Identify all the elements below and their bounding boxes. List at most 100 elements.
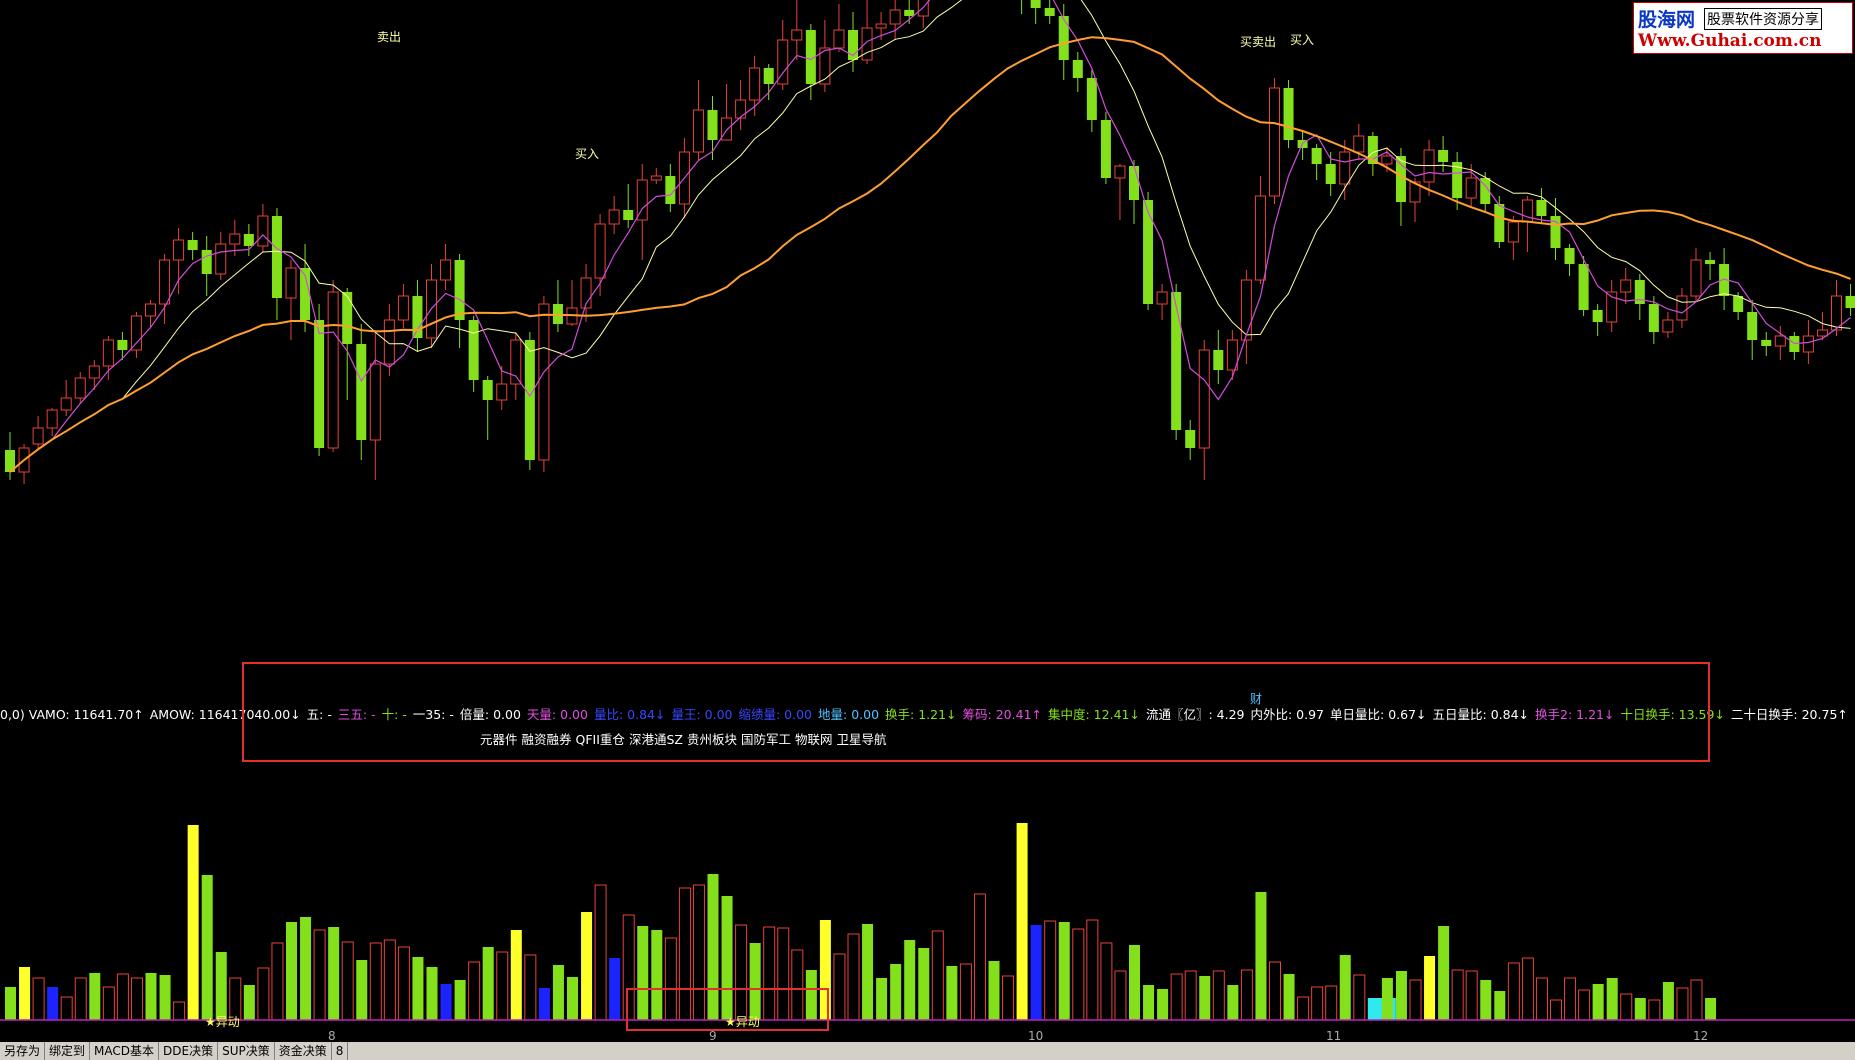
- candle-body: [117, 340, 128, 350]
- volume-bar: [1212, 970, 1225, 1021]
- candle: [1100, 112, 1111, 184]
- volume-bar: [1339, 955, 1351, 1020]
- candle-body: [383, 319, 395, 365]
- volume-bar: [215, 952, 227, 1020]
- indicator-highlight-box: [242, 662, 1710, 762]
- candle: [327, 280, 339, 452]
- volume-bar: [931, 930, 944, 1021]
- candle-body: [285, 267, 297, 299]
- candle: [848, 12, 858, 72]
- candle: [1676, 288, 1688, 328]
- volume-bar: [1535, 977, 1548, 1021]
- candle: [510, 332, 522, 400]
- candle-body: [707, 110, 718, 140]
- candle-body: [833, 29, 845, 49]
- volume-bar: [187, 825, 199, 1020]
- candle: [1254, 176, 1266, 284]
- volume-bar: [89, 973, 101, 1020]
- candle: [524, 332, 535, 470]
- candle-body: [46, 409, 58, 429]
- candle: [1592, 304, 1603, 336]
- tab-save-as[interactable]: 另存为: [0, 1042, 46, 1060]
- candle-body: [650, 175, 662, 181]
- volume-bar: [1325, 985, 1338, 1021]
- candle-body: [538, 303, 550, 461]
- volume-bar: [243, 985, 255, 1020]
- buy-marker-2: 买入: [1290, 33, 1314, 47]
- volume-bar: [47, 987, 59, 1020]
- candle-body: [1507, 221, 1519, 243]
- candle-body: [1578, 264, 1589, 310]
- tab-bind-to[interactable]: 绑定到: [45, 1042, 91, 1060]
- volume-bar: [1521, 957, 1534, 1021]
- candle-body: [1213, 350, 1224, 370]
- volume-bar: [1480, 980, 1492, 1020]
- candle: [538, 296, 550, 472]
- candle-body: [342, 292, 353, 344]
- volume-bar: [1395, 971, 1407, 1020]
- candle-body: [257, 215, 269, 247]
- candle: [650, 168, 662, 184]
- volume-bar: [1170, 973, 1183, 1021]
- volume-bar: [173, 1001, 186, 1021]
- volume-bar: [130, 977, 143, 1021]
- tab-dde[interactable]: DDE决策: [159, 1042, 219, 1060]
- candle-body: [1845, 296, 1855, 308]
- volume-bar: [313, 929, 326, 1021]
- volume-bar: [341, 941, 354, 1021]
- candle-body: [187, 240, 198, 250]
- candle: [791, 0, 803, 60]
- tab-8[interactable]: 8: [332, 1042, 349, 1060]
- volume-bar: [1424, 956, 1436, 1020]
- candle: [1213, 330, 1224, 384]
- kline-chart[interactable]: 卖出 买入 买卖出 买入 ★异动 ★异动: [0, 0, 1855, 1040]
- candle-body: [721, 117, 733, 141]
- volume-bar: [454, 980, 466, 1020]
- candle-body: [1494, 204, 1505, 242]
- candle: [735, 80, 747, 130]
- candle-body: [608, 209, 620, 225]
- candle-body: [1662, 319, 1674, 333]
- candle: [1283, 80, 1294, 148]
- candle: [1021, 0, 1023, 14]
- volume-bar: [904, 940, 916, 1020]
- candle: [623, 184, 634, 228]
- candle: [1690, 248, 1702, 302]
- candle: [117, 332, 128, 360]
- volume-bar: [988, 961, 1000, 1020]
- candle: [187, 232, 198, 260]
- volume-bar: [1634, 998, 1646, 1020]
- candle-body: [1185, 430, 1196, 448]
- candle: [889, 0, 901, 40]
- volume-bar: [1240, 969, 1253, 1021]
- candle-body: [1240, 279, 1252, 341]
- volume-bar: [973, 893, 986, 1021]
- volume-bar: [1311, 986, 1324, 1021]
- x-tick: 10: [1028, 1029, 1044, 1043]
- volume-bar: [538, 988, 550, 1020]
- tab-macd[interactable]: MACD基本: [90, 1042, 160, 1060]
- candle: [665, 164, 676, 212]
- candle-body: [749, 67, 761, 101]
- ma-magenta-line: [9, 0, 1851, 473]
- candle: [201, 236, 212, 296]
- candle-body: [1072, 60, 1083, 78]
- candle: [215, 232, 227, 280]
- volume-bar: [286, 922, 297, 1020]
- volume-bar: [1297, 996, 1310, 1021]
- tab-fund[interactable]: 资金决策: [275, 1042, 332, 1060]
- volume-bar: [524, 954, 537, 1021]
- candle-body: [1171, 292, 1182, 430]
- candle-body: [1381, 155, 1393, 165]
- volume-bar: [1606, 978, 1618, 1020]
- volume-bar: [1578, 989, 1591, 1021]
- volume-bar: [581, 912, 593, 1020]
- volume-bar: [1184, 970, 1197, 1021]
- candle-body: [102, 339, 114, 367]
- candle-body: [32, 427, 44, 445]
- tab-sup[interactable]: SUP决策: [218, 1042, 275, 1060]
- guhai-logo: 股海网 股票软件资源分享 Www.Guhai.com.cn: [1633, 2, 1853, 54]
- candle: [356, 324, 367, 460]
- candle: [1606, 280, 1618, 332]
- candle: [482, 376, 493, 440]
